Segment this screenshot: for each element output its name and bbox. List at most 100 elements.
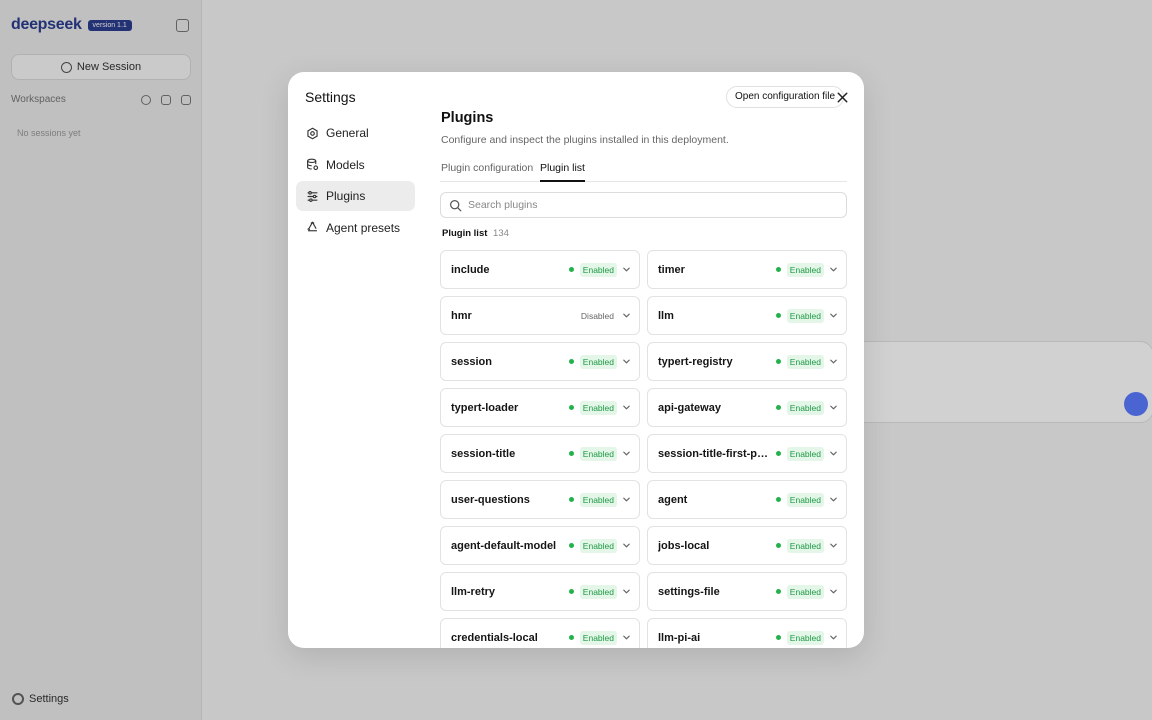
status-badge: Enabled: [786, 492, 824, 507]
plugin-name: session-title-first-pr…: [658, 447, 772, 460]
plugin-name: credentials-local: [451, 631, 538, 644]
chevron-down-icon[interactable]: [622, 311, 631, 320]
status-badge: Enabled: [786, 262, 824, 277]
settings-dialog: Settings General Models Plugins Agent pr…: [288, 72, 864, 648]
chevron-down-icon[interactable]: [829, 357, 838, 366]
chevron-down-icon[interactable]: [829, 449, 838, 458]
status-dot-icon: [775, 405, 781, 410]
plugin-name: llm: [658, 309, 674, 322]
plugin-card[interactable]: timer Enabled: [647, 250, 847, 289]
plugin-card[interactable]: session Enabled: [440, 342, 640, 381]
status-dot-icon: [568, 589, 574, 594]
plugin-name: session-title: [451, 447, 516, 460]
status-badge: Enabled: [786, 630, 824, 645]
status-badge: Enabled: [579, 492, 617, 507]
plugin-card[interactable]: user-questions Enabled: [440, 480, 640, 519]
plugin-card[interactable]: include Enabled: [440, 250, 640, 289]
status-dot-icon: [568, 405, 574, 410]
status-badge: Enabled: [786, 354, 824, 369]
tab-bar: Plugin configuration Plugin list: [440, 156, 847, 182]
nav-item-plugins[interactable]: Plugins: [296, 181, 415, 212]
chevron-down-icon[interactable]: [829, 495, 838, 504]
plugin-card[interactable]: agent-default-model Enabled: [440, 526, 640, 565]
chevron-down-icon[interactable]: [622, 541, 631, 550]
chevron-down-icon[interactable]: [622, 449, 631, 458]
status-badge: Enabled: [579, 262, 617, 277]
plugin-list-label: Plugin list: [442, 228, 488, 239]
status-badge: Enabled: [786, 538, 824, 553]
status-badge: Enabled: [786, 584, 824, 599]
plugin-list-header: Plugin list 134: [442, 228, 509, 239]
plugin-name: include: [451, 263, 490, 276]
status-badge: Enabled: [579, 584, 617, 599]
database-icon: [307, 158, 319, 171]
status-dot-icon: [568, 635, 574, 640]
plugin-status: Enabled: [568, 262, 617, 277]
plugin-card[interactable]: settings-file Enabled: [647, 572, 847, 611]
plugin-card[interactable]: typert-registry Enabled: [647, 342, 847, 381]
chevron-down-icon[interactable]: [622, 633, 631, 642]
chevron-down-icon[interactable]: [829, 265, 838, 274]
chevron-down-icon[interactable]: [829, 541, 838, 550]
status-dot-icon: [568, 543, 574, 548]
chevron-down-icon[interactable]: [829, 403, 838, 412]
search-input[interactable]: [468, 199, 828, 211]
plugin-name: llm-retry: [451, 585, 496, 598]
nav-item-agent-presets[interactable]: Agent presets: [296, 213, 415, 243]
status-dot-icon: [775, 359, 781, 364]
chevron-down-icon[interactable]: [622, 265, 631, 274]
plugin-status: Enabled: [568, 400, 617, 415]
plugin-name: agent: [658, 493, 688, 506]
plugin-card[interactable]: llm-retry Enabled: [440, 572, 640, 611]
plugin-status: Disabled: [578, 309, 617, 323]
plugin-card[interactable]: llm Enabled: [647, 296, 847, 335]
chevron-down-icon[interactable]: [829, 587, 838, 596]
chevron-down-icon[interactable]: [622, 357, 631, 366]
plugin-name: typert-registry: [658, 355, 733, 368]
chevron-down-icon[interactable]: [829, 311, 838, 320]
plugin-card[interactable]: session-title Enabled: [440, 434, 640, 473]
plugin-name: user-questions: [451, 493, 530, 506]
plugin-card[interactable]: agent Enabled: [647, 480, 847, 519]
plugins-panel: Plugins Configure and inspect the plugin…: [440, 72, 847, 648]
status-badge: Enabled: [579, 446, 617, 461]
chevron-down-icon[interactable]: [622, 495, 631, 504]
status-dot-icon: [775, 635, 781, 640]
plugin-name: hmr: [451, 309, 472, 322]
plugin-status: Enabled: [775, 446, 824, 461]
plugin-status: Enabled: [568, 446, 617, 461]
gear-icon: [307, 127, 318, 139]
nav-item-general[interactable]: General: [296, 118, 415, 148]
plugin-card[interactable]: api-gateway Enabled: [647, 388, 847, 427]
plugin-card[interactable]: typert-loader Enabled: [440, 388, 640, 427]
tab-plugin-configuration[interactable]: Plugin configuration: [441, 162, 533, 182]
status-dot-icon: [775, 267, 781, 272]
nav-item-label: Models: [326, 157, 365, 172]
plugin-card[interactable]: session-title-first-pr… Enabled: [647, 434, 847, 473]
status-badge: Enabled: [786, 308, 824, 323]
tab-plugin-list[interactable]: Plugin list: [540, 162, 585, 182]
plugin-status: Enabled: [568, 492, 617, 507]
status-dot-icon: [568, 267, 574, 272]
plugin-status: Enabled: [568, 584, 617, 599]
status-dot-icon: [775, 589, 781, 594]
status-badge: Enabled: [579, 400, 617, 415]
plugin-card[interactable]: hmr Disabled: [440, 296, 640, 335]
status-dot-icon: [775, 497, 781, 502]
nav-item-label: Agent presets: [326, 220, 401, 235]
nav-item-models[interactable]: Models: [296, 150, 415, 180]
chevron-down-icon[interactable]: [829, 633, 838, 642]
status-dot-icon: [775, 543, 781, 548]
chevron-down-icon[interactable]: [622, 587, 631, 596]
plugin-status: Enabled: [775, 400, 824, 415]
plugin-name: settings-file: [658, 585, 720, 598]
plugin-card[interactable]: credentials-local Enabled: [440, 618, 640, 648]
plugin-name: session: [451, 355, 492, 368]
plugin-card[interactable]: llm-pi-ai Enabled: [647, 618, 847, 648]
plugin-name: timer: [658, 263, 685, 276]
plugin-status: Enabled: [775, 262, 824, 277]
status-badge: Disabled: [580, 310, 614, 321]
chevron-down-icon[interactable]: [622, 403, 631, 412]
plugin-status: Enabled: [568, 630, 617, 645]
plugin-card[interactable]: jobs-local Enabled: [647, 526, 847, 565]
